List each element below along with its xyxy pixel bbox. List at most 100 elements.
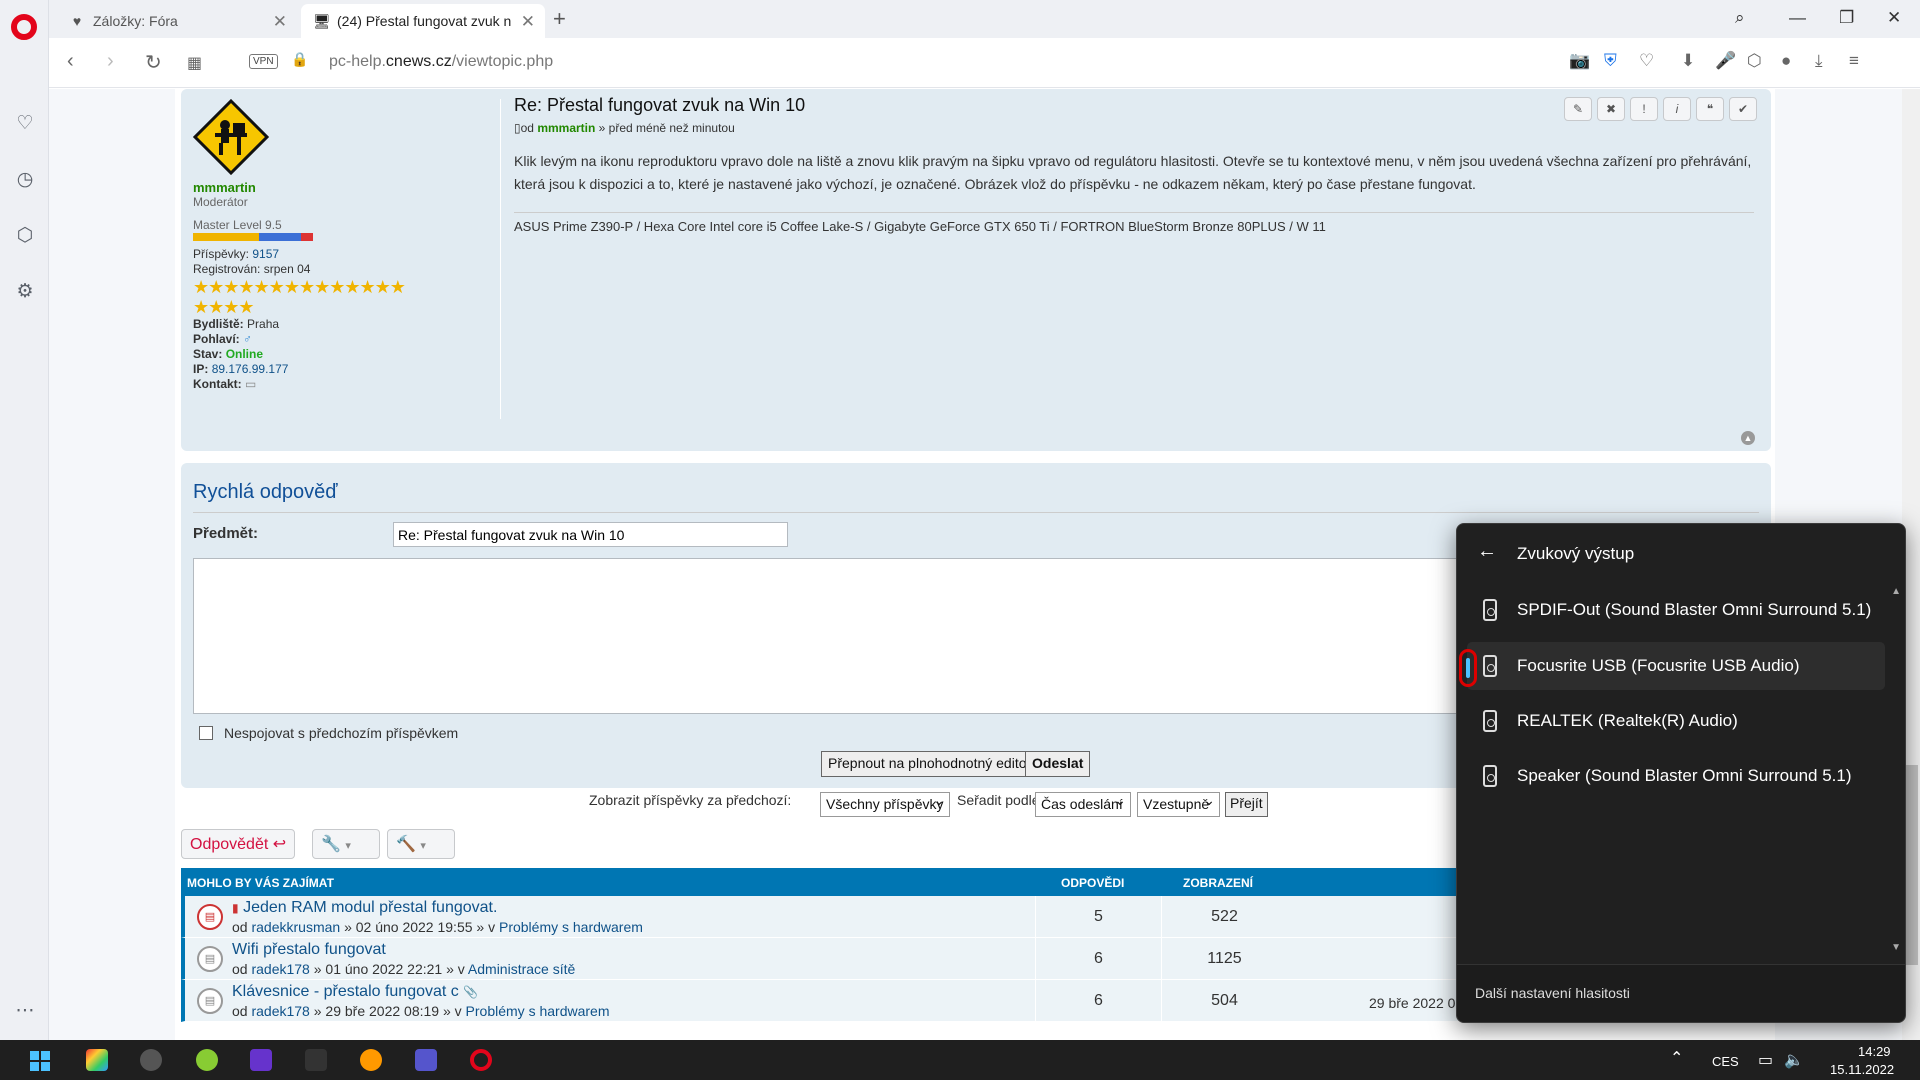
speaker-icon [1483, 765, 1497, 787]
topic-title[interactable]: Wifi přestalo fungovat [232, 941, 386, 959]
camera-icon[interactable]: 📷 [1569, 51, 1590, 71]
volume-icon[interactable]: 🔈 [1784, 1050, 1804, 1070]
topic-title[interactable]: Klávesnice - přestalo fungovat c 📎 [232, 983, 478, 1001]
search-tabs-icon[interactable]: ⌕ [1735, 8, 1745, 28]
clock-time[interactable]: 14:29 [1858, 1044, 1891, 1059]
edit-pencil-icon[interactable]: ✎ [1564, 97, 1592, 121]
contact-bubble-icon[interactable]: ▭ [245, 377, 256, 391]
posts-value[interactable]: 9157 [252, 247, 279, 261]
order-select[interactable]: Vzestupně [1137, 792, 1220, 817]
audio-device-item[interactable]: REALTEK (Realtek(R) Audio) [1467, 697, 1885, 745]
windows-start-icon[interactable] [30, 1051, 50, 1071]
audio-device-item[interactable]: SPDIF-Out (Sound Blaster Omni Surround 5… [1467, 586, 1885, 634]
tab-label: Záložky: Fóra [93, 13, 178, 29]
downloads-icon[interactable]: ⤓ [1815, 51, 1823, 71]
extensions-cube-icon[interactable]: ⬡ [1747, 51, 1762, 71]
heart-icon[interactable]: ♡ [14, 113, 36, 135]
download-arrow-icon[interactable]: ⬇ [1681, 51, 1695, 71]
back-to-top-icon[interactable]: ▲ [1741, 431, 1755, 445]
topic-author[interactable]: radek178 [251, 1003, 309, 1019]
tab-bookmarks[interactable]: ♥ Záložky: Fóra ✕ [57, 4, 297, 38]
app-icon-2[interactable] [140, 1049, 162, 1071]
location-value: Praha [247, 317, 280, 331]
topic-forum[interactable]: Problémy s hardwarem [499, 919, 643, 935]
flyout-footer[interactable]: Další nastavení hlasitosti [1457, 964, 1905, 1022]
app-icon-3[interactable] [196, 1049, 218, 1071]
downloader-icon[interactable] [250, 1049, 272, 1071]
topic-title[interactable]: ▮ Jeden RAM modul přestal fungovat. [232, 899, 497, 917]
selected-indicator-highlight [1459, 649, 1477, 687]
tools-wrench-dropdown[interactable]: 🔧 ▾ [312, 829, 380, 859]
scroll-down-icon[interactable]: ▼ [1891, 942, 1901, 953]
topic-author[interactable]: radekkrusman [251, 919, 340, 935]
lock-icon[interactable]: 🔒 [291, 51, 308, 68]
topic-author[interactable]: radek178 [251, 961, 309, 977]
moderation-hammer-dropdown[interactable]: 🔨 ▾ [387, 829, 455, 859]
bookmark-heart-icon[interactable]: ♡ [1639, 51, 1654, 71]
settings-gear-icon[interactable]: ⚙ [14, 281, 36, 303]
input-language[interactable]: CES [1712, 1054, 1739, 1069]
audio-device-item-selected[interactable]: Focusrite USB (Focusrite USB Audio) [1467, 642, 1885, 690]
go-button[interactable]: Přejít [1225, 792, 1268, 817]
reply-label: Odpovědět [190, 836, 269, 853]
post-buttons: ✎ ✖ ! i ❝ ✔ [1564, 97, 1757, 121]
report-icon[interactable]: ! [1630, 97, 1658, 121]
quote-icon[interactable]: ❝ [1696, 97, 1724, 121]
history-clock-icon[interactable]: ◷ [14, 169, 36, 191]
app-icon-5[interactable] [305, 1049, 327, 1071]
post-author[interactable]: mmmartin [537, 121, 595, 135]
network-icon[interactable]: ▭ [1758, 1050, 1773, 1070]
delete-icon[interactable]: ✖ [1597, 97, 1625, 121]
subject-input[interactable] [393, 522, 788, 547]
more-volume-settings-link[interactable]: Další nastavení hlasitosti [1475, 985, 1630, 1001]
speed-dial-icon[interactable]: ▦ [187, 53, 202, 73]
show-posts-select[interactable]: Všechny příspěvky [820, 792, 950, 817]
minimize-icon[interactable]: — [1789, 8, 1806, 28]
topic-sub: od radek178 » 01 úno 2022 22:21 » v Admi… [232, 961, 575, 977]
cube-icon[interactable]: ⬡ [14, 225, 36, 247]
clock-date[interactable]: 15.11.2022 [1830, 1062, 1894, 1077]
full-editor-button[interactable]: Přepnout na plnohodnotný editor [821, 751, 1039, 777]
easy-setup-icon[interactable]: ≡ [1849, 51, 1859, 71]
mic-icon[interactable]: 🎤 [1715, 51, 1736, 71]
close-tab-icon[interactable]: ✕ [273, 12, 287, 32]
reply-button[interactable]: Odpovědět ↩ [181, 829, 296, 859]
forward-icon[interactable]: › [107, 50, 114, 73]
info-icon[interactable]: i [1663, 97, 1691, 121]
message-textarea[interactable] [193, 558, 1459, 714]
back-icon[interactable]: ‹ [67, 50, 74, 73]
reload-icon[interactable]: ↻ [145, 50, 162, 75]
vpn-badge[interactable]: VPN [249, 54, 278, 69]
gender: Pohlaví: ♂ [193, 332, 423, 347]
username[interactable]: mmmartin [193, 180, 423, 195]
scrollbar-thumb[interactable] [1904, 765, 1918, 965]
close-window-icon[interactable]: ✕ [1887, 8, 1901, 28]
save-disk-icon[interactable] [415, 1049, 437, 1071]
opera-taskbar-icon[interactable] [470, 1049, 492, 1071]
profile-avatar-icon[interactable]: ● [1781, 51, 1791, 71]
back-arrow-icon[interactable]: ← [1477, 540, 1497, 563]
url-field[interactable]: pc-help.cnews.cz/viewtopic.php [329, 53, 553, 71]
ip-value[interactable]: 89.176.99.177 [212, 362, 289, 376]
tab-active[interactable]: 🖥 (24) Přestal fungovat zvuk n ✕ [301, 4, 545, 38]
audio-device-item[interactable]: Speaker (Sound Blaster Omni Surround 5.1… [1467, 752, 1885, 800]
restore-icon[interactable]: ❐ [1839, 8, 1854, 28]
no-merge-checkbox[interactable] [199, 726, 213, 740]
contact: Kontakt: ▭ [193, 377, 423, 392]
app-icon-1[interactable] [86, 1049, 108, 1071]
close-tab-icon[interactable]: ✕ [521, 12, 535, 32]
scroll-up-icon[interactable]: ▲ [1891, 586, 1901, 597]
mail-icon[interactable] [360, 1049, 382, 1071]
send-button[interactable]: Odeslat [1025, 751, 1091, 777]
more-icon[interactable]: ⋯ [14, 1000, 36, 1022]
tray-chevron-icon[interactable]: ⌃ [1670, 1048, 1683, 1068]
topic-forum[interactable]: Problémy s hardwarem [466, 1003, 610, 1019]
topic-forum[interactable]: Administrace sítě [468, 961, 575, 977]
shield-icon[interactable]: ⛨ [1604, 51, 1617, 71]
approve-check-icon[interactable]: ✔ [1729, 97, 1757, 121]
show-posts-label: Zobrazit příspěvky za předchozí: [589, 792, 792, 808]
opera-logo-icon[interactable] [11, 14, 37, 40]
new-tab-plus-icon[interactable]: + [553, 6, 566, 32]
avatar[interactable] [192, 98, 270, 176]
sort-by-select[interactable]: Čas odeslání [1035, 792, 1131, 817]
